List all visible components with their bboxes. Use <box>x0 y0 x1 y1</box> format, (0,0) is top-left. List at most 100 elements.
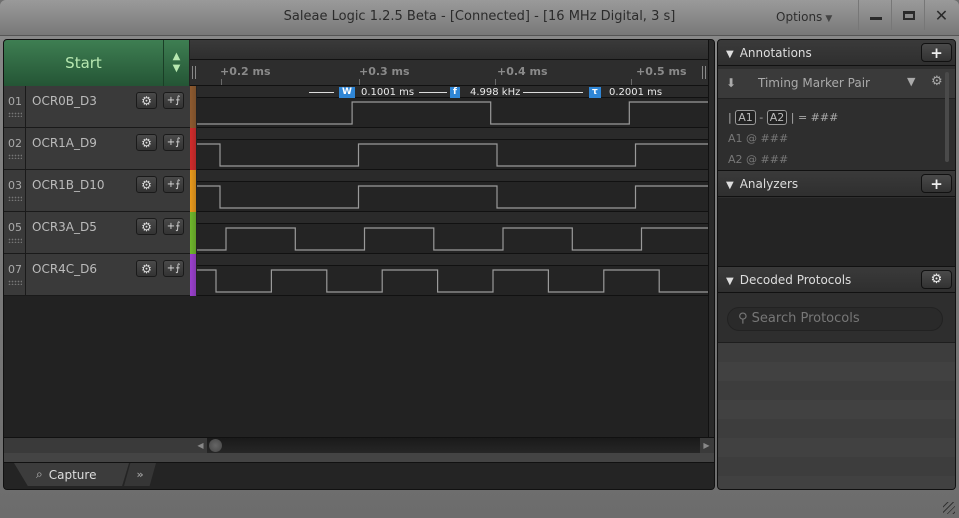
waveform-area[interactable] <box>197 128 708 170</box>
maximize-icon <box>902 10 915 20</box>
scroll-right-icon[interactable]: ▶ <box>700 438 713 453</box>
collapse-triangle-icon: ▼ <box>726 49 734 60</box>
more-tabs-button[interactable]: » <box>124 463 156 486</box>
vertical-scrollbar[interactable] <box>708 40 714 437</box>
close-icon: ✕ <box>934 5 949 25</box>
chevron-down-icon: ▼ <box>825 14 833 24</box>
arrow-down-icon: ▼ <box>172 63 181 74</box>
maximize-button[interactable] <box>891 0 925 30</box>
ruler-grip-left[interactable] <box>192 66 196 79</box>
marker-a2[interactable]: A2 <box>766 110 788 125</box>
annotations-scrollbar[interactable] <box>945 72 949 162</box>
tab-capture-label: Capture <box>48 467 97 482</box>
gear-icon: ⚙ <box>141 93 152 108</box>
main-panel: Start ▲ ▼ +0.2 ms +0.3 ms +0.4 ms +0.5 m… <box>3 39 715 490</box>
waveform-area[interactable] <box>197 212 708 254</box>
search-protocols-input[interactable]: ⚲ Search Protocols <box>727 307 943 331</box>
rising-edge-trigger-icon: +⨍ <box>166 95 181 106</box>
bottom-tabs: ⌕ Capture » <box>4 463 714 489</box>
add-annotation-button[interactable]: + <box>921 43 952 62</box>
channel-row[interactable]: 07 OCR4C_D6 ⚙ +⨍ <box>4 254 190 296</box>
waveform-trace <box>197 185 708 209</box>
search-placeholder: Search Protocols <box>751 311 860 326</box>
channel-name[interactable]: OCR0B_D3 <box>32 94 97 108</box>
channel-name[interactable]: OCR3A_D5 <box>32 220 97 234</box>
rising-edge-trigger-icon: +⨍ <box>166 263 181 274</box>
tick-mark <box>221 79 222 85</box>
decoded-protocols-header[interactable]: ▼ Decoded Protocols ⚙ <box>718 266 955 293</box>
trigger-button[interactable]: +⨍ <box>163 176 184 193</box>
gear-icon: ⚙ <box>141 261 152 276</box>
scroll-track[interactable] <box>207 438 707 453</box>
channel-settings-button[interactable]: ⚙ <box>136 134 157 151</box>
channel-settings-button[interactable]: ⚙ <box>136 260 157 277</box>
double-chevron-icon: » <box>136 468 144 481</box>
waveform-svg <box>197 143 708 167</box>
trigger-button[interactable]: +⨍ <box>163 218 184 235</box>
drag-handle-icon[interactable] <box>8 154 22 159</box>
channel-name[interactable]: OCR1B_D10 <box>32 178 105 192</box>
channel-name[interactable]: OCR4C_D6 <box>32 262 97 276</box>
channel-settings-button[interactable]: ⚙ <box>136 218 157 235</box>
marker-a1[interactable]: A1 <box>735 110 756 125</box>
timing-marker-pair-row[interactable]: ⬇ Timing Marker Pair ▼ ⚙ <box>718 69 955 99</box>
width-badge-icon: W <box>339 87 355 98</box>
side-panel: ▼ Annotations + ⬇ Timing Marker Pair ▼ ⚙ … <box>717 39 956 490</box>
channel-row[interactable]: 03 OCR1B_D10 ⚙ +⨍ <box>4 170 190 212</box>
scroll-left-icon[interactable]: ◀ <box>194 438 207 453</box>
horizontal-scrollbar[interactable]: ◀ ▶ <box>4 437 714 453</box>
channel-number: 01 <box>4 86 26 127</box>
start-options-button[interactable]: ▲ ▼ <box>164 40 189 86</box>
scroll-thumb[interactable] <box>209 439 222 452</box>
rising-edge-trigger-icon: +⨍ <box>166 137 181 148</box>
channel-settings-button[interactable]: ⚙ <box>136 92 157 109</box>
annotations-title: Annotations <box>739 46 812 60</box>
waveform-area[interactable] <box>197 170 708 212</box>
annotations-header[interactable]: ▼ Annotations + <box>718 40 955 66</box>
gear-icon[interactable]: ⚙ <box>931 74 943 89</box>
trigger-button[interactable]: +⨍ <box>163 260 184 277</box>
tab-capture[interactable]: ⌕ Capture <box>14 463 129 486</box>
rising-edge-trigger-icon: +⨍ <box>166 179 181 190</box>
drag-handle-icon[interactable] <box>8 196 22 201</box>
tick-mark <box>631 79 632 85</box>
ruler-grip-right[interactable] <box>702 66 706 79</box>
drag-handle-icon[interactable] <box>8 280 22 285</box>
start-button[interactable]: Start <box>4 40 164 86</box>
close-button[interactable]: ✕ <box>924 0 958 30</box>
channel-row[interactable]: 02 OCR1A_D9 ⚙ +⨍ <box>4 128 190 170</box>
drag-handle-icon[interactable] <box>8 238 22 243</box>
analyzers-header[interactable]: ▼ Analyzers + <box>718 170 955 197</box>
channel-color-bar <box>190 128 196 170</box>
dropdown-triangle-icon[interactable]: ▼ <box>907 75 915 88</box>
options-label: Options <box>776 10 823 24</box>
add-analyzer-button[interactable]: + <box>921 174 952 193</box>
minimize-button[interactable] <box>858 0 892 30</box>
timing-marker-label: Timing Marker Pair <box>758 76 870 90</box>
decoded-protocols-title: Decoded Protocols <box>739 273 852 287</box>
tick-label: +0.4 ms <box>497 65 548 78</box>
channel-row[interactable]: 05 OCR3A_D5 ⚙ +⨍ <box>4 212 190 254</box>
waveform-trace <box>197 101 708 125</box>
channel-row[interactable]: 01 OCR0B_D3 ⚙ +⨍ <box>4 86 190 128</box>
marker-difference: | A1 - A2 | = ### <box>728 110 839 125</box>
decoded-settings-button[interactable]: ⚙ <box>921 270 952 289</box>
measurement-bar: W 0.1001 ms f 4.998 kHz τ 0.2001 ms <box>197 86 708 99</box>
period-badge-icon: τ <box>589 87 601 98</box>
search-icon: ⚲ <box>738 311 748 326</box>
trigger-button[interactable]: +⨍ <box>163 134 184 151</box>
channel-settings-button[interactable]: ⚙ <box>136 176 157 193</box>
ruler-header <box>190 40 708 60</box>
time-ruler[interactable]: +0.2 ms +0.3 ms +0.4 ms +0.5 ms <box>190 60 708 86</box>
tick-mark <box>359 79 360 85</box>
channel-number: 05 <box>4 212 26 253</box>
gear-icon: ⚙ <box>141 219 152 234</box>
channel-name[interactable]: OCR1A_D9 <box>32 136 97 150</box>
plus-icon: + <box>930 174 943 193</box>
drag-handle-icon[interactable] <box>8 112 22 117</box>
waveform-area[interactable] <box>197 254 708 296</box>
options-menu[interactable]: Options ▼ <box>776 10 832 24</box>
trigger-button[interactable]: +⨍ <box>163 92 184 109</box>
waveform-trace <box>197 227 708 251</box>
resize-grip-icon[interactable] <box>943 502 955 514</box>
